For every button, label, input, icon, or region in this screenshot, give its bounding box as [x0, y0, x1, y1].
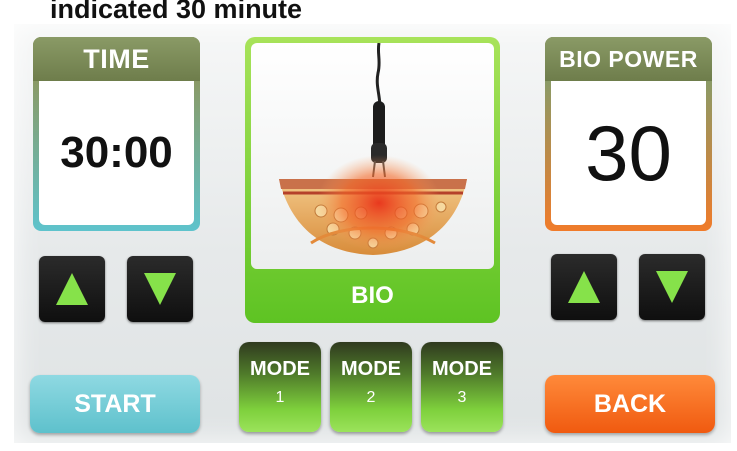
bio-mode-panel[interactable]: BIO — [245, 37, 500, 323]
mode-3-label: MODE — [432, 358, 492, 380]
power-up-button[interactable] — [551, 254, 617, 320]
mode-1-number: 1 — [275, 389, 285, 406]
time-display: TIME 30:00 — [33, 37, 200, 231]
time-up-button[interactable] — [39, 256, 105, 322]
probe-skin-icon — [279, 43, 467, 255]
mode-1-button[interactable]: MODE 1 — [239, 342, 321, 432]
power-down-button[interactable] — [639, 254, 705, 320]
down-arrow-icon — [144, 273, 176, 305]
time-value: 30:00 — [39, 81, 194, 225]
skin-probe-illustration — [251, 43, 494, 269]
mode-3-button[interactable]: MODE 3 — [421, 342, 503, 432]
mode-1-label: MODE — [250, 358, 310, 380]
mode-2-button[interactable]: MODE 2 — [330, 342, 412, 432]
down-arrow-icon — [656, 271, 688, 303]
mode-2-number: 2 — [366, 389, 376, 406]
back-button[interactable]: BACK — [545, 375, 715, 433]
bio-power-display: BIO POWER 30 — [545, 37, 712, 231]
mode-3-number: 3 — [457, 389, 467, 406]
up-arrow-icon — [568, 271, 600, 303]
up-arrow-icon — [56, 273, 88, 305]
mode-2-label: MODE — [341, 358, 401, 380]
time-label: TIME — [33, 37, 200, 81]
bio-power-value: 30 — [551, 81, 706, 225]
start-button[interactable]: START — [30, 375, 200, 433]
time-down-button[interactable] — [127, 256, 193, 322]
bio-power-label: BIO POWER — [545, 37, 712, 81]
caption-text: indicated 30 minute — [50, 0, 303, 24]
bio-mode-label: BIO — [351, 282, 394, 309]
